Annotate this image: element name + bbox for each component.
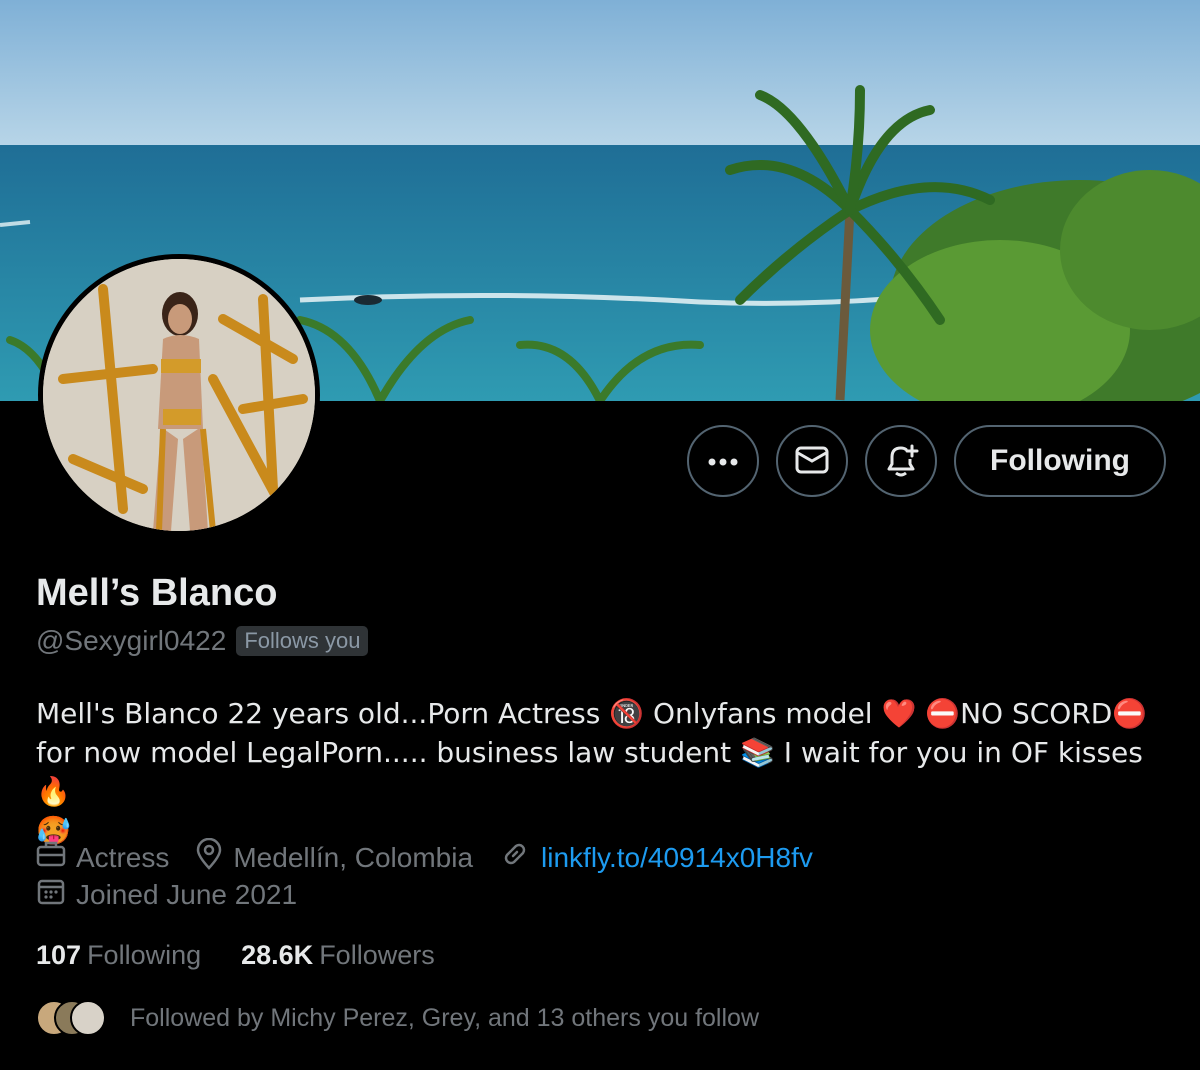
location-pin-icon: [195, 837, 223, 877]
profession-item: Actress: [36, 840, 169, 875]
profile-page: Following Mell’s Blanco @Sexygirl0422 Fo…: [0, 0, 1200, 1070]
more-button[interactable]: [687, 425, 760, 497]
profession-text: Actress: [76, 841, 170, 873]
followers-count: 28.6K: [241, 940, 314, 970]
user-handle: @Sexygirl0422: [36, 625, 227, 656]
profile-actions: Following: [687, 425, 1166, 497]
follows-you-badge: Follows you: [236, 626, 369, 656]
more-horizontal-icon: [708, 454, 738, 469]
bio-line: for now model LegalPorn..... business la…: [36, 736, 1143, 808]
following-button[interactable]: Following: [954, 425, 1166, 497]
followed-by-text: Followed by Michy Perez, Grey, and 13 ot…: [130, 1003, 759, 1032]
display-name: Mell’s Blanco: [36, 572, 278, 614]
joined-item: Joined June 2021: [36, 876, 297, 913]
profile-avatar[interactable]: [38, 254, 320, 536]
followed-by-avatars: [36, 998, 108, 1038]
envelope-icon: [795, 445, 829, 478]
link-icon: [499, 838, 531, 877]
following-count: 107: [36, 940, 82, 970]
bell-plus-icon: [883, 442, 919, 481]
location-item: Medellín, Colombia: [195, 837, 474, 877]
followed-by[interactable]: Followed by Michy Perez, Grey, and 13 ot…: [36, 998, 759, 1038]
notify-button[interactable]: [865, 425, 938, 497]
following-label: Following: [87, 940, 202, 970]
joined-row: Joined June 2021: [36, 876, 323, 913]
message-button[interactable]: [776, 425, 849, 497]
profile-meta: Actress Medellín, Colombia linkfly.to/40…: [36, 837, 839, 877]
followers-stat[interactable]: 28.6K Followers: [241, 940, 435, 971]
location-text: Medellín, Colombia: [233, 841, 474, 873]
profile-link[interactable]: linkfly.to/40914x0H8fv: [541, 842, 813, 874]
briefcase-icon: [36, 840, 66, 875]
avatar-image: [43, 259, 315, 531]
follow-stats: 107 Following 28.6K Followers: [36, 940, 435, 971]
joined-text: Joined June 2021: [76, 878, 298, 910]
followers-label: Followers: [319, 940, 435, 970]
calendar-icon: [36, 876, 66, 913]
handle-row: @Sexygirl0422 Follows you: [36, 625, 369, 657]
bio-line: Mell's Blanco 22 years old...Porn Actres…: [36, 697, 1148, 730]
avatar: [70, 1000, 106, 1036]
following-stat[interactable]: 107 Following: [36, 940, 201, 971]
link-item[interactable]: linkfly.to/40914x0H8fv: [499, 838, 813, 877]
profile-bio: Mell's Blanco 22 years old...Porn Actres…: [36, 694, 1166, 850]
